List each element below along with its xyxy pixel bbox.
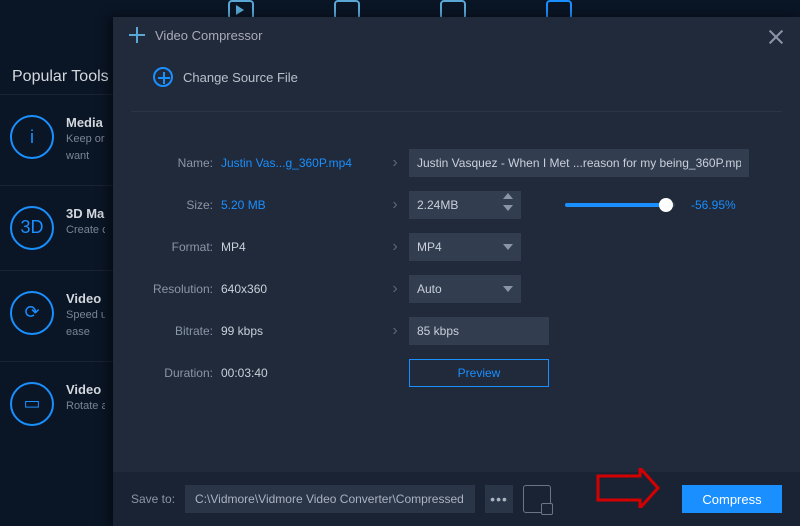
save-to-label: Save to: [131,492,175,506]
open-folder-button[interactable] [523,485,551,513]
tool-icon: 3D [10,206,54,250]
background-sidebar: Popular Tools i Media I Keep or want 3D … [0,60,115,446]
change-source-button[interactable]: Change Source File [131,53,782,112]
change-source-label: Change Source File [183,70,298,85]
format-output-value: MP4 [417,240,442,254]
tool-title: Media I [66,115,105,130]
format-label: Format: [131,240,221,254]
row-format: Format: MP4 › MP4 [131,226,782,268]
close-icon[interactable] [766,27,786,47]
save-path-text: C:\Vidmore\Vidmore Video Converter\Compr… [195,492,464,506]
size-label: Size: [131,198,221,212]
format-output-select[interactable]: MP4 [409,233,521,261]
chevron-down-icon [503,286,513,292]
row-resolution: Resolution: 640x360 › Auto [131,268,782,310]
chevron-right-icon: › [381,154,409,172]
resolution-label: Resolution: [131,282,221,296]
tool-icon: ▭ [10,382,54,426]
tool-subtitle: Speed u [66,308,105,323]
tool-subtitle2: ease [66,325,105,340]
resolution-source-value: 640x360 [221,282,381,296]
bitrate-output-text[interactable] [417,324,541,338]
video-compressor-modal: Video Compressor Change Source File Name… [113,17,800,526]
preview-button[interactable]: Preview [409,359,549,387]
sidebar-tool-item[interactable]: ▭ Video F Rotate and flip the video as y… [0,361,115,446]
size-source-value: 5.20 MB [221,198,381,212]
resolution-output-select[interactable]: Auto [409,275,521,303]
name-output-input[interactable] [409,149,749,177]
row-bitrate: Bitrate: 99 kbps › [131,310,782,352]
tool-subtitle: Rotate and flip the video as you like [66,399,105,414]
format-source-value: MP4 [221,240,381,254]
resolution-output-value: Auto [417,282,442,296]
bitrate-label: Bitrate: [131,324,221,338]
chevron-right-icon: › [381,280,409,298]
name-output-text[interactable] [417,156,741,170]
spinner-icon[interactable] [503,193,517,211]
tool-icon: i [10,115,54,159]
size-reduction-percent: -56.95% [691,198,736,212]
bitrate-source-value: 99 kbps [221,324,381,338]
tool-subtitle: Create c [66,223,105,238]
chevron-right-icon: › [381,196,409,214]
name-source-value: Justin Vas...g_360P.mp4 [221,156,381,170]
sidebar-tool-item[interactable]: ⟳ Video S Speed u ease [0,270,115,361]
duration-label: Duration: [131,366,221,380]
row-duration: Duration: 00:03:40 › Preview [131,352,782,394]
name-label: Name: [131,156,221,170]
size-output-stepper[interactable] [409,191,521,219]
chevron-down-icon [503,244,513,250]
compression-settings: Name: Justin Vas...g_360P.mp4 › Size: 5.… [113,112,800,394]
modal-title-text: Video Compressor [155,28,262,43]
duration-value: 00:03:40 [221,366,381,380]
size-slider[interactable] [565,203,675,207]
size-output-text[interactable] [417,198,513,212]
bitrate-output-input[interactable] [409,317,549,345]
row-name: Name: Justin Vas...g_360P.mp4 › [131,142,782,184]
chevron-right-icon: › [381,238,409,256]
browse-path-button[interactable]: ••• [485,485,513,513]
popular-tools-heading: Popular Tools [0,60,115,94]
tool-subtitle2: want [66,149,105,164]
tool-title: Video S [66,291,105,306]
compress-button[interactable]: Compress [682,485,782,513]
tool-title: 3D Mak [66,206,105,221]
modal-titlebar: Video Compressor [113,17,800,53]
tool-subtitle: Keep or [66,132,105,147]
tool-icon: ⟳ [10,291,54,335]
sidebar-tool-item[interactable]: i Media I Keep or want [0,94,115,185]
compressor-app-icon [129,27,145,43]
sidebar-tool-item[interactable]: 3D 3D Mak Create c [0,185,115,270]
row-size: Size: 5.20 MB › -56.95% [131,184,782,226]
save-path-display[interactable]: C:\Vidmore\Vidmore Video Converter\Compr… [185,485,475,513]
chevron-right-icon: › [381,322,409,340]
tool-title: Video F [66,382,105,397]
plus-circle-icon [153,67,173,87]
